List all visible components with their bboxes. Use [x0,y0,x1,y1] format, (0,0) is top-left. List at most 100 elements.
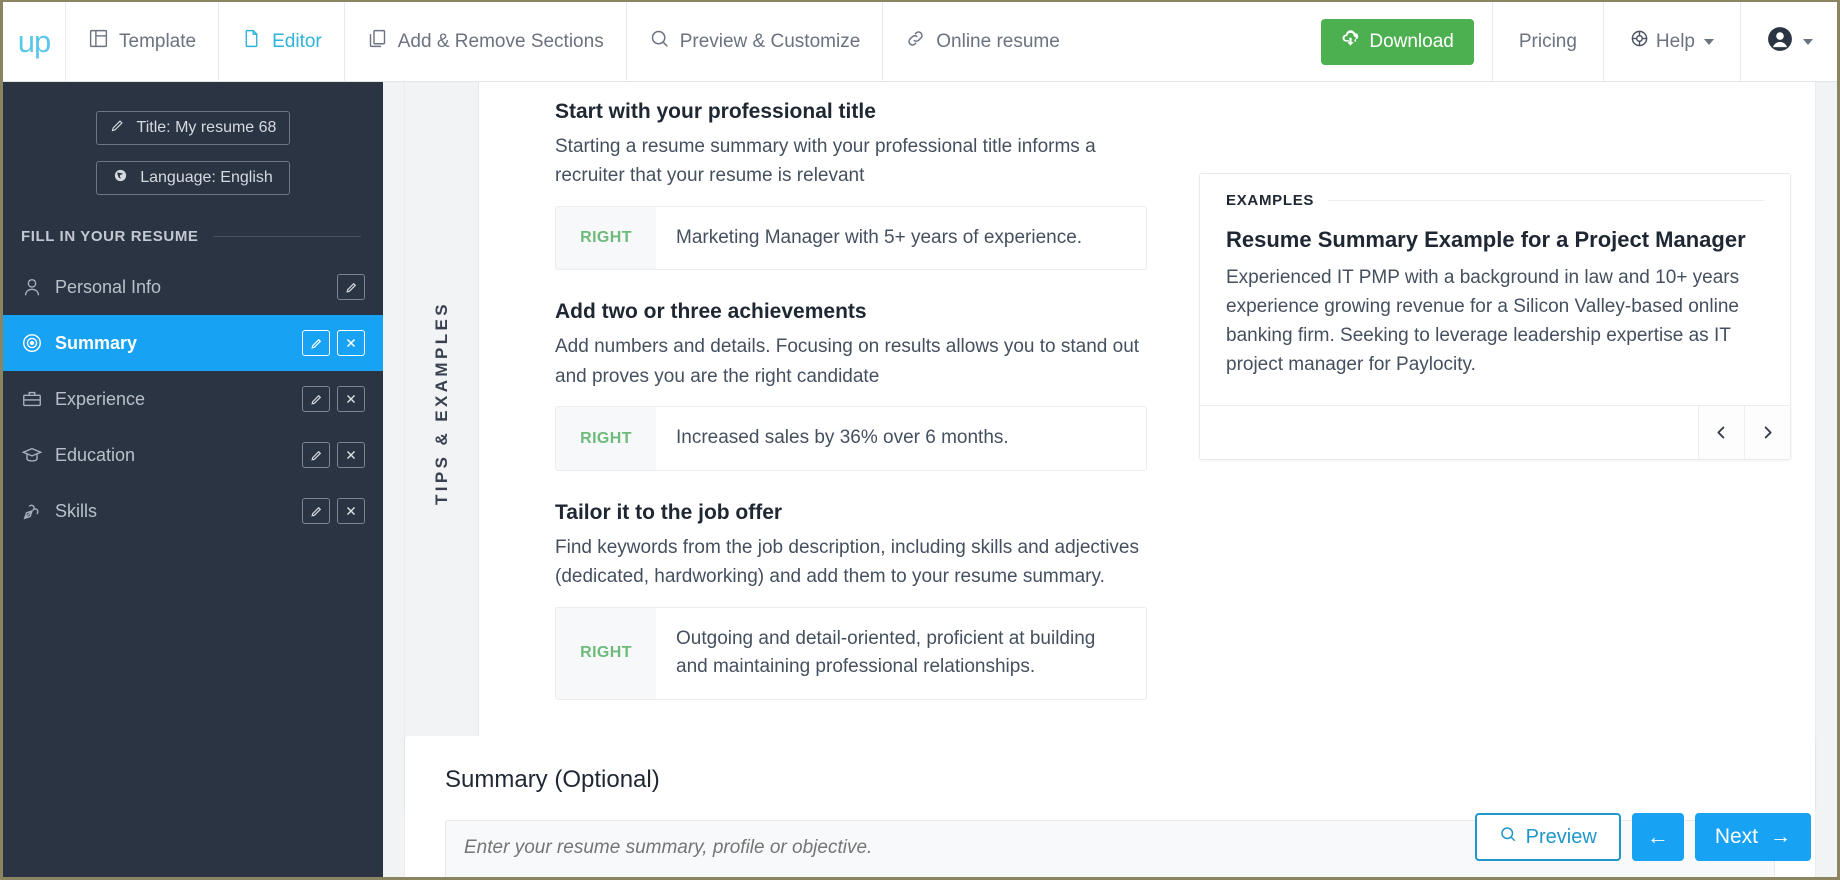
right-badge: RIGHT [556,407,656,470]
sidebar-item-personal-info[interactable]: Personal Info [3,259,383,315]
resume-title-button[interactable]: Title: My resume 68 [96,111,290,145]
nav-item-online-resume[interactable]: Online resume [883,2,1082,82]
sidebar-item-skills[interactable]: Skills [3,483,383,539]
logo[interactable]: up [3,2,65,82]
tip-example-row: RIGHT Marketing Manager with 5+ years of… [555,205,1147,271]
examples-header: EXAMPLES [1200,174,1790,209]
footer-actions: Preview ← Next → [1474,813,1811,861]
sidebar-item-summary[interactable]: Summary [3,315,383,371]
divider-line [212,236,361,237]
edit-button[interactable] [302,386,330,412]
language-label: Language: English [140,169,273,186]
tip-example-row: RIGHT Outgoing and detail-oriented, prof… [555,606,1147,700]
preview-label: Preview [1525,825,1597,848]
fill-in-resume-label: FILL IN YOUR RESUME [21,228,361,245]
preview-button[interactable]: Preview [1474,813,1621,861]
nav-item-add-remove-sections[interactable]: Add & Remove Sections [345,2,626,82]
sidebar-item-label: Skills [55,500,98,521]
nav-item-preview-customize[interactable]: Preview & Customize [627,2,883,82]
tip-title: Tailor it to the job offer [555,500,783,524]
sidebar-item-experience[interactable]: Experience [3,371,383,427]
sidebar-item-actions [302,330,365,356]
edit-button[interactable] [302,330,330,356]
download-button[interactable]: Download [1321,18,1474,65]
nav-label: Template [119,30,197,52]
account-menu[interactable] [1741,2,1837,82]
sidebar-item-education[interactable]: Education [3,427,383,483]
nav-label: Add & Remove Sections [397,30,604,52]
link-icon [905,28,926,55]
examples-panel: EXAMPLES Resume Summary Example for a Pr… [1199,173,1791,461]
chevron-down-icon [1803,38,1813,45]
arrow-right-icon: → [1770,825,1791,848]
briefcase-icon [21,388,55,410]
copy-icon [367,28,388,55]
sidebar-item-label: Summary [55,332,138,353]
nav-label: Preview & Customize [679,30,861,52]
delete-button[interactable] [337,442,365,468]
sidebar-item-actions [302,498,365,524]
examples-footer [1200,405,1790,460]
help-label: Help [1655,30,1695,52]
puzzle-icon [21,500,55,522]
tip-example-row: RIGHT Increased sales by 36% over 6 mont… [555,406,1147,471]
main-content: TIPS & EXAMPLES Start with your professi… [383,82,1837,877]
edit-button[interactable] [302,498,330,524]
delete-button[interactable] [337,330,365,356]
pencil-icon [110,118,125,138]
pricing-label: Pricing [1518,30,1577,52]
search-icon [1499,825,1517,849]
globe-icon [113,168,128,188]
sidebar-item-label: Personal Info [55,276,162,297]
example-text: Experienced IT PMP with a background in … [1226,267,1740,376]
chevron-down-icon [1704,38,1714,45]
avatar [1767,26,1793,57]
nav-label: Editor [272,30,322,52]
back-button[interactable]: ← [1631,813,1684,861]
sidebar-item-label: Education [55,444,136,465]
tip-title: Add two or three achievements [555,300,867,324]
cloud-download-icon [1341,29,1360,54]
resume-title-label: Title: My resume 68 [136,119,277,136]
tip-entry: Start with your professional title Start… [555,100,1155,271]
arrow-left-icon: ← [1646,824,1669,849]
graduation-cap-icon [21,444,55,466]
nav-item-template[interactable]: Template [66,2,218,82]
tip-body: Add numbers and details. Focusing on res… [555,336,1140,387]
sidebar-item-label: Experience [55,388,146,409]
delete-button[interactable] [337,386,365,412]
tips-rail: TIPS & EXAMPLES [405,82,479,811]
pricing-link[interactable]: Pricing [1493,2,1603,82]
tip-entry: Tailor it to the job offer Find keywords… [555,501,1155,700]
chevron-right-icon[interactable] [1744,406,1790,460]
edit-button[interactable] [337,274,365,300]
examples-header-label: EXAMPLES [1226,192,1315,209]
tips-and-examples-card: TIPS & EXAMPLES Start with your professi… [405,82,1815,811]
divider-line [1328,200,1764,201]
language-button[interactable]: Language: English [96,161,290,195]
next-label: Next [1714,825,1758,848]
tip-example-text: Marketing Manager with 5+ years of exper… [676,226,1083,248]
tip-example-text: Increased sales by 36% over 6 months. [676,427,1009,449]
tip-entry: Add two or three achievements Add number… [555,300,1155,471]
nav-item-editor[interactable]: Editor [219,2,344,82]
tips-rail-label: TIPS & EXAMPLES [431,301,451,506]
tip-example-text: Outgoing and detail-oriented, proficient… [676,627,1096,678]
tip-title: Start with your professional title [555,100,876,123]
help-menu[interactable]: Help [1604,2,1740,82]
nav-label: Online resume [936,30,1060,52]
next-button[interactable]: Next → [1694,813,1811,861]
fill-in-resume-text: FILL IN YOUR RESUME [21,228,199,245]
tip-body: Starting a resume summary with your prof… [555,136,1096,187]
delete-button[interactable] [337,498,365,524]
sidebar-item-actions [337,274,365,300]
chevron-left-icon[interactable] [1698,406,1744,460]
template-icon [88,28,109,55]
sidebar-item-actions [302,386,365,412]
download-label: Download [1369,30,1454,52]
right-badge: RIGHT [556,607,656,699]
edit-button[interactable] [302,442,330,468]
app-window: up Template Editor Add & Remove Sections… [0,0,1840,880]
example-title: Resume Summary Example for a Project Man… [1226,227,1746,252]
right-badge: RIGHT [556,206,656,270]
